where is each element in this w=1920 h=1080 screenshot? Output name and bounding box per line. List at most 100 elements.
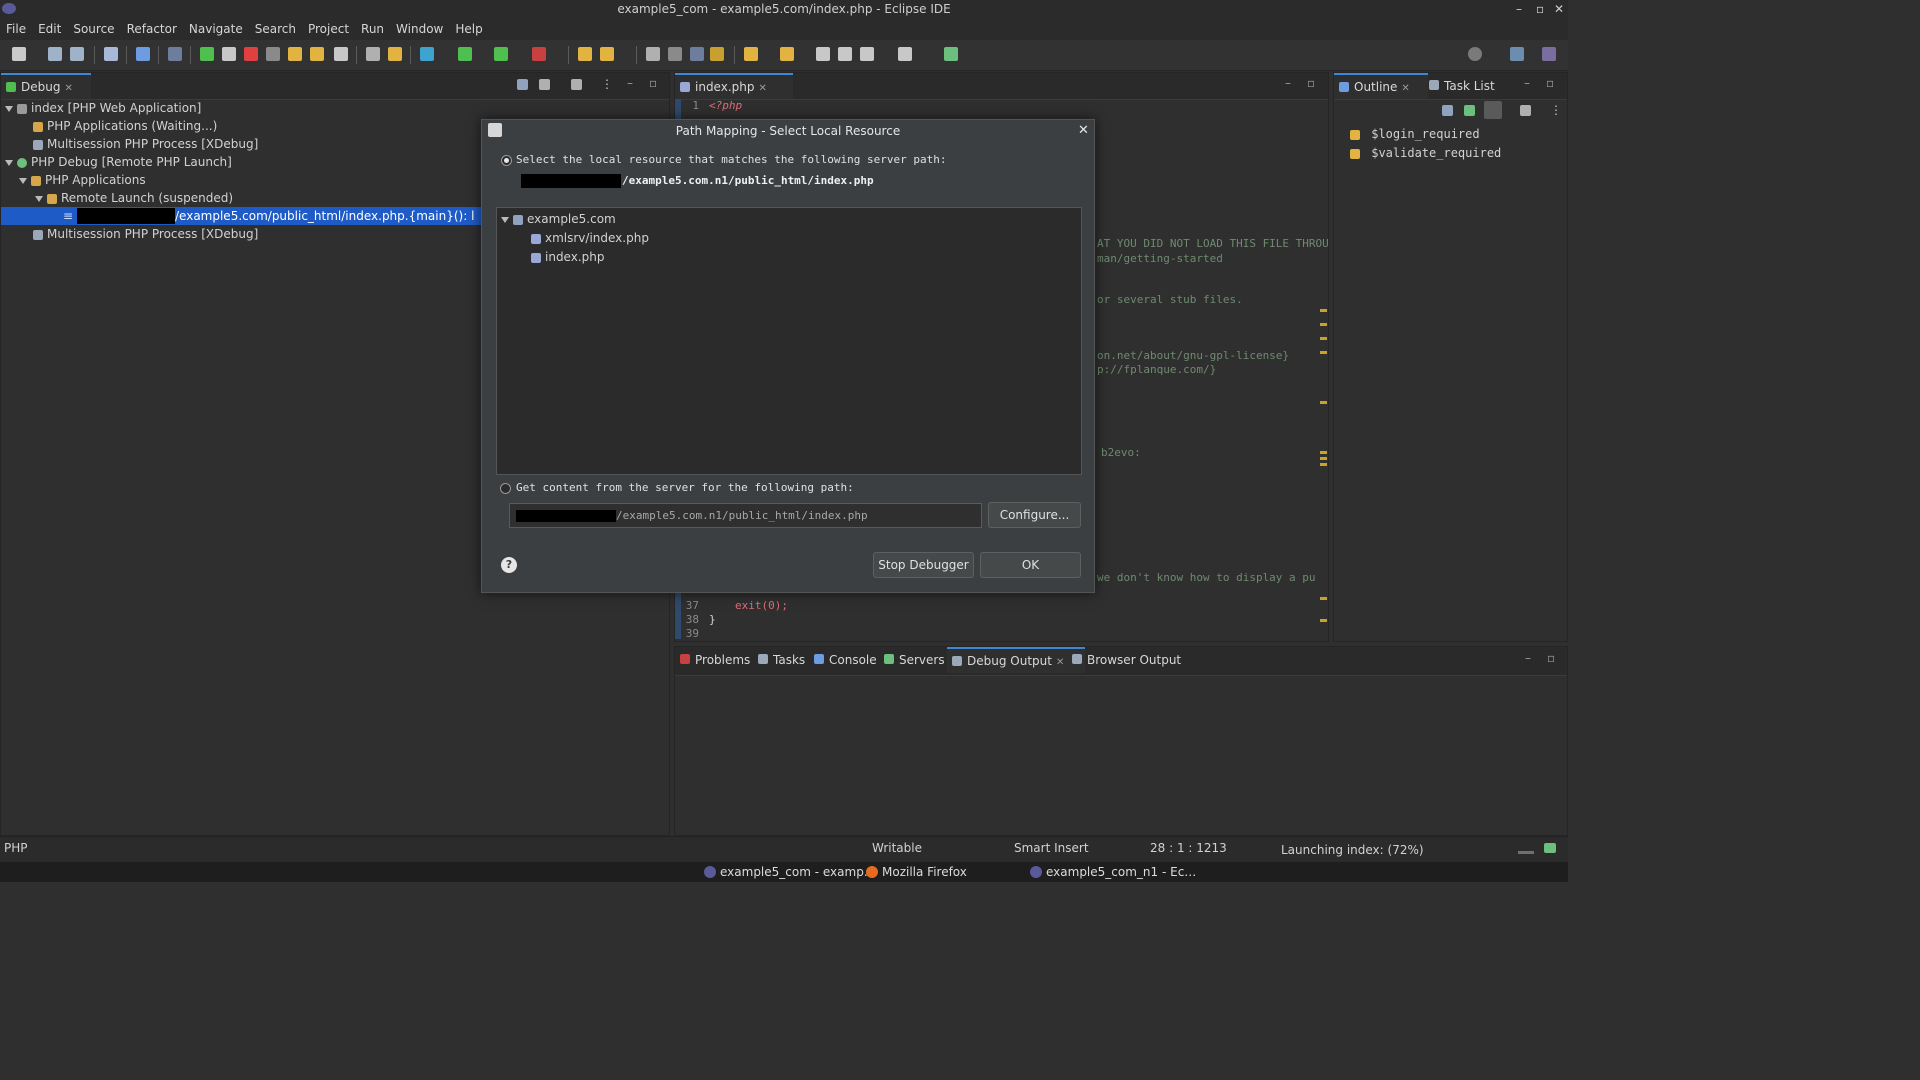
outline-item[interactable]: $login_required <box>1350 125 1480 143</box>
tab-outline[interactable]: Outline ✕ <box>1334 73 1428 99</box>
tab-debug-output[interactable]: Debug Output ✕ <box>947 647 1085 673</box>
perspective-switch-icon[interactable] <box>1510 47 1524 61</box>
filter-icon[interactable] <box>571 79 582 90</box>
menu-project[interactable]: Project <box>302 18 355 40</box>
suspend-icon[interactable] <box>222 47 236 61</box>
debug-icon[interactable] <box>420 47 434 61</box>
minimize-editor-icon[interactable]: – <box>1285 76 1291 90</box>
dialog-close-button[interactable]: ✕ <box>1078 123 1089 138</box>
tab-console[interactable]: Console <box>809 647 877 673</box>
disconnect-icon[interactable] <box>266 47 280 61</box>
resource-tree[interactable]: example5.com xmlsrv/index.php index.php <box>496 207 1082 475</box>
tab-servers[interactable]: Servers <box>879 647 945 673</box>
taskbar-item[interactable]: example5_com_n1 - Ec… <box>1028 862 1196 882</box>
menu-search[interactable]: Search <box>249 18 302 40</box>
open-perspective-icon[interactable] <box>944 47 958 61</box>
tab-task-list[interactable]: Task List <box>1424 73 1524 99</box>
close-icon[interactable]: ✕ <box>1056 657 1064 668</box>
resume-icon[interactable] <box>200 47 214 61</box>
block-selection-icon[interactable] <box>668 47 682 61</box>
skip-breakpoints-icon[interactable] <box>168 47 182 61</box>
print-icon[interactable] <box>104 47 118 61</box>
view-menu-icon[interactable]: ⋮ <box>1550 103 1562 117</box>
maximize-outline-icon[interactable]: ▫ <box>1546 76 1554 90</box>
search-icon[interactable] <box>1468 47 1482 61</box>
view-menu-icon[interactable]: ⋮ <box>601 77 613 91</box>
menu-run[interactable]: Run <box>355 18 390 40</box>
stack-frame-selected[interactable]: ≡ /example5.com/public_html/index.php.{m… <box>1 207 481 225</box>
menu-navigate[interactable]: Navigate <box>183 18 249 40</box>
toggle-mark-icon[interactable] <box>646 47 660 61</box>
step-into-icon[interactable] <box>288 47 302 61</box>
minimize-bottom-icon[interactable]: – <box>1525 651 1531 665</box>
menu-refactor[interactable]: Refactor <box>121 18 183 40</box>
minimize-button[interactable]: – <box>1516 0 1522 18</box>
save-icon[interactable] <box>48 47 62 61</box>
server-path-field[interactable]: /example5.com.n1/public_html/index.php <box>509 503 982 528</box>
forward-nav-icon[interactable] <box>898 47 912 61</box>
forward-icon[interactable] <box>860 47 874 61</box>
ok-button[interactable]: OK <box>980 552 1081 578</box>
tab-problems[interactable]: Problems <box>675 647 750 673</box>
minimize-view-icon[interactable]: – <box>627 76 633 90</box>
tab-index-php[interactable]: index.php ✕ <box>675 73 793 99</box>
highlight-icon[interactable] <box>710 47 724 61</box>
filter-icon[interactable] <box>1520 105 1531 116</box>
close-icon[interactable]: ✕ <box>64 83 72 94</box>
new-icon[interactable] <box>12 47 26 61</box>
external-tools-icon[interactable] <box>532 47 546 61</box>
code-line[interactable]: } <box>709 613 716 626</box>
tree-item[interactable]: Multisession PHP Process [XDebug] <box>33 225 258 243</box>
tree-item[interactable]: PHP Debug [Remote PHP Launch] <box>5 153 232 171</box>
menu-help[interactable]: Help <box>449 18 488 40</box>
use-step-filters-icon[interactable] <box>388 47 402 61</box>
brush-icon[interactable] <box>600 47 614 61</box>
select-local-resource-radio[interactable] <box>501 155 512 166</box>
minimize-outline-icon[interactable]: – <box>1524 76 1530 90</box>
open-folder-icon[interactable] <box>578 47 592 61</box>
show-whitespace-icon[interactable] <box>690 47 704 61</box>
close-icon[interactable]: ✕ <box>758 83 766 94</box>
taskbar-item[interactable]: Mozilla Firefox <box>864 862 967 882</box>
help-icon[interactable]: ? <box>501 557 517 573</box>
tree-item[interactable]: PHP Applications <box>19 171 146 189</box>
get-content-from-server-radio[interactable] <box>500 483 511 494</box>
menu-window[interactable]: Window <box>390 18 449 40</box>
collapse-all-icon[interactable] <box>1442 105 1453 116</box>
taskbar-item[interactable]: example5_com - examp… <box>702 862 876 882</box>
tree-item[interactable]: index [PHP Web Application] <box>5 99 201 117</box>
progress-icon[interactable] <box>1518 851 1534 854</box>
terminate-icon[interactable] <box>244 47 258 61</box>
tab-debug[interactable]: Debug ✕ <box>1 73 91 99</box>
next-annotation-icon[interactable] <box>744 47 758 61</box>
sort-icon[interactable] <box>1464 105 1475 116</box>
save-all-icon[interactable] <box>70 47 84 61</box>
back-icon[interactable] <box>838 47 852 61</box>
tree-item[interactable]: example5.com <box>501 210 616 228</box>
tab-tasks[interactable]: Tasks <box>753 647 805 673</box>
step-return-icon[interactable] <box>334 47 348 61</box>
menu-edit[interactable]: Edit <box>32 18 67 40</box>
status-progress[interactable]: Launching index: (72%) <box>1281 843 1424 857</box>
prev-annotation-icon[interactable] <box>780 47 794 61</box>
maximize-view-icon[interactable]: ▫ <box>649 76 657 90</box>
code-line[interactable]: <?php <box>709 99 742 112</box>
close-icon[interactable]: ✕ <box>1401 83 1409 94</box>
collapse-all-icon[interactable] <box>517 79 528 90</box>
maximize-editor-icon[interactable]: ▫ <box>1307 76 1315 90</box>
tree-item[interactable]: Remote Launch (suspended) <box>35 189 233 207</box>
tree-item[interactable]: PHP Applications (Waiting...) <box>33 117 217 135</box>
remove-terminated-icon[interactable] <box>539 79 550 90</box>
debug-perspective-icon[interactable] <box>1542 47 1556 61</box>
coverage-icon[interactable] <box>494 47 508 61</box>
code-line[interactable]: exit(0); <box>735 599 788 612</box>
tab-browser-output[interactable]: Browser Output <box>1067 647 1181 673</box>
close-window-button[interactable]: ✕ <box>1554 0 1564 18</box>
tree-item[interactable]: index.php <box>531 248 604 266</box>
link-with-editor-icon[interactable] <box>1484 101 1502 119</box>
maximize-button[interactable]: ▫ <box>1536 0 1544 18</box>
last-edit-icon[interactable] <box>816 47 830 61</box>
configure-button[interactable]: Configure... <box>988 502 1081 528</box>
stop-debugger-button[interactable]: Stop Debugger <box>873 552 974 578</box>
menu-source[interactable]: Source <box>67 18 120 40</box>
